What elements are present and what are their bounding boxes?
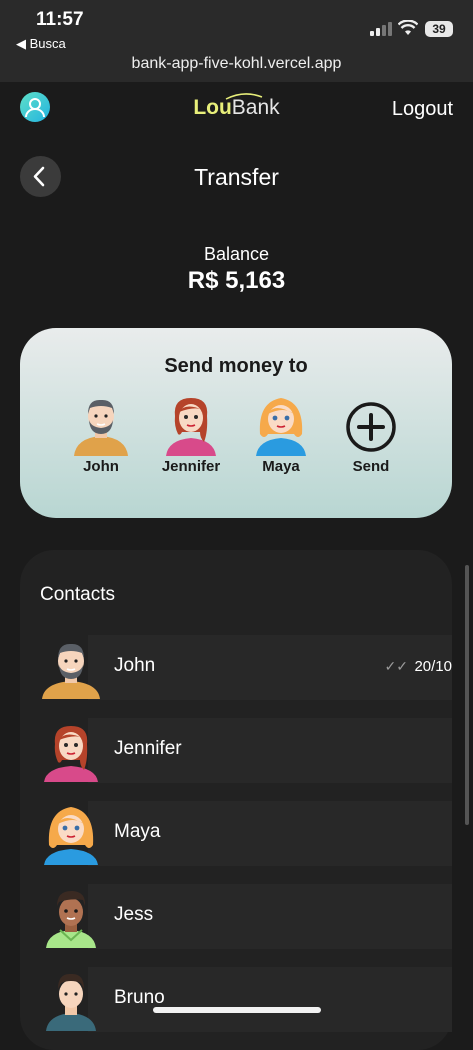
contact-row-jess[interactable]: Jess: [40, 884, 452, 949]
quick-contact-name: Maya: [262, 458, 300, 475]
signal-icon: [370, 22, 392, 36]
quick-contact-jennifer[interactable]: Jennifer: [151, 394, 231, 475]
avatar-bruno-icon: [46, 973, 96, 1031]
avatar-john-icon: [74, 399, 128, 456]
contacts-panel: Contacts John ✓✓ 20/10 Jennifer Maya Jes…: [20, 550, 452, 1050]
contact-row-bruno[interactable]: Bruno: [40, 967, 452, 1032]
double-check-icon: ✓✓: [384, 658, 408, 674]
avatar-john-icon: [42, 643, 100, 699]
avatar-jennifer-icon: [166, 398, 216, 456]
contacts-title: Contacts: [40, 584, 115, 605]
contact-name: Jennifer: [114, 738, 182, 759]
battery-indicator: 39: [425, 21, 453, 37]
contact-name: Bruno: [114, 987, 165, 1008]
avatar-maya-icon: [256, 398, 306, 456]
url-bar[interactable]: bank-app-five-kohl.vercel.app: [0, 55, 473, 73]
send-new-button[interactable]: Send: [331, 394, 411, 475]
send-money-title: Send money to: [164, 355, 308, 377]
status-bar: 11:57 ◀ Busca 39 bank-app-five-kohl.verc…: [0, 0, 473, 82]
scrollbar[interactable]: [465, 565, 469, 825]
send-money-card: Send money to John Jennifer Maya Send: [20, 328, 452, 518]
quick-contact-maya[interactable]: Maya: [241, 394, 321, 475]
quick-contact-name: Jennifer: [161, 458, 221, 475]
avatar-jess-icon: [46, 890, 96, 948]
logout-button[interactable]: Logout: [392, 98, 453, 121]
quick-contact-name: John: [83, 458, 119, 475]
avatar-jennifer-icon: [44, 726, 98, 782]
contact-name: John: [114, 655, 156, 676]
app-header: LouBank Logout: [0, 82, 473, 142]
back-to-app-link[interactable]: ◀ Busca: [16, 36, 66, 52]
contact-row-john[interactable]: John ✓✓ 20/10: [40, 635, 452, 700]
contact-row-jennifer[interactable]: Jennifer: [40, 718, 452, 783]
wifi-icon: [398, 20, 418, 35]
contact-date: 20/10: [414, 658, 452, 675]
contact-name: Jess: [114, 904, 154, 925]
balance-amount: R$ 5,163: [187, 267, 286, 294]
logo-arc-icon: [225, 93, 263, 100]
status-time: 11:57: [36, 9, 84, 30]
home-indicator[interactable]: [153, 1007, 321, 1013]
plus-circle-icon: [346, 402, 396, 452]
balance-label: Balance: [203, 244, 270, 264]
avatar-maya-icon: [44, 807, 98, 865]
contact-row-maya[interactable]: Maya: [40, 801, 452, 866]
contact-name: Maya: [114, 821, 161, 842]
page-title: Transfer: [194, 164, 279, 190]
send-label: Send: [352, 458, 390, 475]
quick-contact-john[interactable]: John: [61, 394, 141, 475]
